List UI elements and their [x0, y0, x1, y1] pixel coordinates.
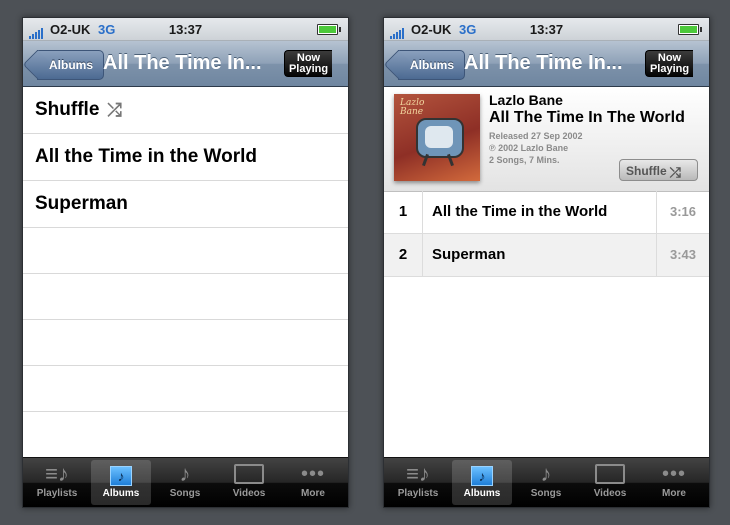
- album-title: All The Time In The World: [489, 109, 685, 126]
- empty-row: [23, 412, 348, 457]
- status-bar: O2-UK 3G 13:37: [23, 18, 348, 41]
- artist-name: Lazlo Bane: [489, 92, 563, 108]
- tab-label: Playlists: [36, 488, 78, 499]
- tab-label: Videos: [232, 488, 266, 499]
- song-title: Superman: [35, 193, 128, 214]
- tab-playlists[interactable]: ≡♪ Playlists: [27, 460, 87, 505]
- album-cover-art: Lazlo Bane: [394, 94, 480, 181]
- tab-albums[interactable]: ♪ Albums: [91, 460, 151, 505]
- now-playing-label-line2: Playing: [288, 63, 329, 75]
- shuffle-row[interactable]: Shuffle ⤮: [23, 87, 348, 134]
- playlists-icon: ≡♪: [45, 461, 69, 486]
- more-dots-icon: •••: [661, 463, 686, 485]
- tab-more[interactable]: ••• More: [283, 460, 343, 505]
- now-playing-button[interactable]: Now Playing: [284, 50, 332, 77]
- playlists-icon: ≡♪: [406, 461, 430, 486]
- list-item[interactable]: Superman: [23, 181, 348, 228]
- tab-playlists[interactable]: ≡♪ Playlists: [388, 460, 448, 505]
- tv-illustration: [416, 118, 464, 158]
- tab-label: More: [662, 488, 686, 499]
- copyright: ℗ 2002 Lazlo Bane: [489, 143, 569, 153]
- back-button-albums[interactable]: Albums: [37, 50, 105, 80]
- shuffle-button-label: Shuffle: [626, 164, 667, 178]
- track-name: All the Time in the World: [432, 203, 608, 220]
- release-date: Released 27 Sep 2002: [489, 131, 583, 141]
- song-list: Shuffle ⤮ All the Time in the World Super…: [23, 87, 348, 457]
- now-playing-button[interactable]: Now Playing: [645, 50, 693, 77]
- song-title: All the Time in the World: [35, 146, 258, 167]
- tab-albums[interactable]: ♪ Albums: [452, 460, 512, 505]
- tab-songs[interactable]: ♪ Songs: [516, 460, 576, 505]
- tv-icon: [219, 460, 279, 488]
- albums-icon: ♪: [452, 460, 512, 488]
- track-list: 1 All the Time in the World 3:16 2 Super…: [384, 191, 709, 277]
- navigation-bar: Albums All The Time In... Now Playing: [384, 41, 709, 87]
- clock: 13:37: [529, 22, 564, 37]
- empty-row: [23, 228, 348, 274]
- tab-videos[interactable]: Videos: [219, 460, 279, 505]
- tab-bar: ≡♪ Playlists ♪ Albums ♪ Songs Videos ••• Mor…: [384, 457, 709, 507]
- tab-label: More: [301, 488, 325, 499]
- tab-label: Songs: [169, 488, 201, 499]
- back-button-label: Albums: [49, 58, 94, 72]
- tab-label: Albums: [102, 488, 140, 499]
- cover-text: Lazlo Bane: [400, 98, 425, 117]
- music-note-icon: ♪: [540, 461, 552, 486]
- navigation-bar: Albums All The Time In... Now Playing: [23, 41, 348, 87]
- tab-label: Songs: [530, 488, 562, 499]
- tab-bar: ≡♪ Playlists ♪ Albums ♪ Songs Videos ••• Mor…: [23, 457, 348, 507]
- tab-songs[interactable]: ♪ Songs: [155, 460, 215, 505]
- battery-level: [680, 26, 697, 33]
- album-header: Lazlo Bane Lazlo Bane All The Time In The…: [384, 87, 709, 192]
- track-name: Superman: [432, 246, 506, 263]
- more-dots-icon: •••: [300, 463, 325, 485]
- shuffle-button[interactable]: Shuffle ⤮: [619, 159, 698, 181]
- back-button-label: Albums: [410, 58, 455, 72]
- shuffle-icon: ⤮: [669, 163, 681, 180]
- track-number: 1: [384, 191, 423, 233]
- track-duration: 3:16: [656, 191, 709, 233]
- battery-icon: [317, 24, 341, 35]
- track-duration: 3:43: [656, 234, 709, 276]
- tab-more[interactable]: ••• More: [644, 460, 704, 505]
- empty-row: [23, 320, 348, 366]
- track-row[interactable]: 2 Superman 3:43: [384, 234, 709, 277]
- now-playing-label-line2: Playing: [649, 63, 690, 75]
- tv-icon: [580, 460, 640, 488]
- page-title: All The Time In...: [103, 52, 262, 74]
- shuffle-icon: ⤮: [107, 100, 122, 120]
- phone-screen-album-detail: O2-UK 3G 13:37 Albums All The Time In...…: [383, 17, 710, 508]
- track-number: 2: [384, 234, 423, 276]
- phone-screen-album-list: O2-UK 3G 13:37 Albums All The Time In...…: [22, 17, 349, 508]
- status-bar: O2-UK 3G 13:37: [384, 18, 709, 41]
- battery-level: [319, 26, 336, 33]
- tab-label: Videos: [593, 488, 627, 499]
- tab-label: Albums: [463, 488, 501, 499]
- tab-label: Playlists: [397, 488, 439, 499]
- clock: 13:37: [168, 22, 203, 37]
- album-summary: 2 Songs, 7 Mins.: [489, 155, 560, 165]
- music-note-icon: ♪: [179, 461, 191, 486]
- empty-row: [23, 366, 348, 412]
- track-row[interactable]: 1 All the Time in the World 3:16: [384, 191, 709, 234]
- battery-icon: [678, 24, 702, 35]
- albums-icon: ♪: [91, 460, 151, 488]
- empty-row: [23, 274, 348, 320]
- back-button-albums[interactable]: Albums: [398, 50, 466, 80]
- shuffle-label: Shuffle: [35, 99, 100, 121]
- tab-videos[interactable]: Videos: [580, 460, 640, 505]
- page-title: All The Time In...: [464, 52, 623, 74]
- list-item[interactable]: All the Time in the World: [23, 134, 348, 181]
